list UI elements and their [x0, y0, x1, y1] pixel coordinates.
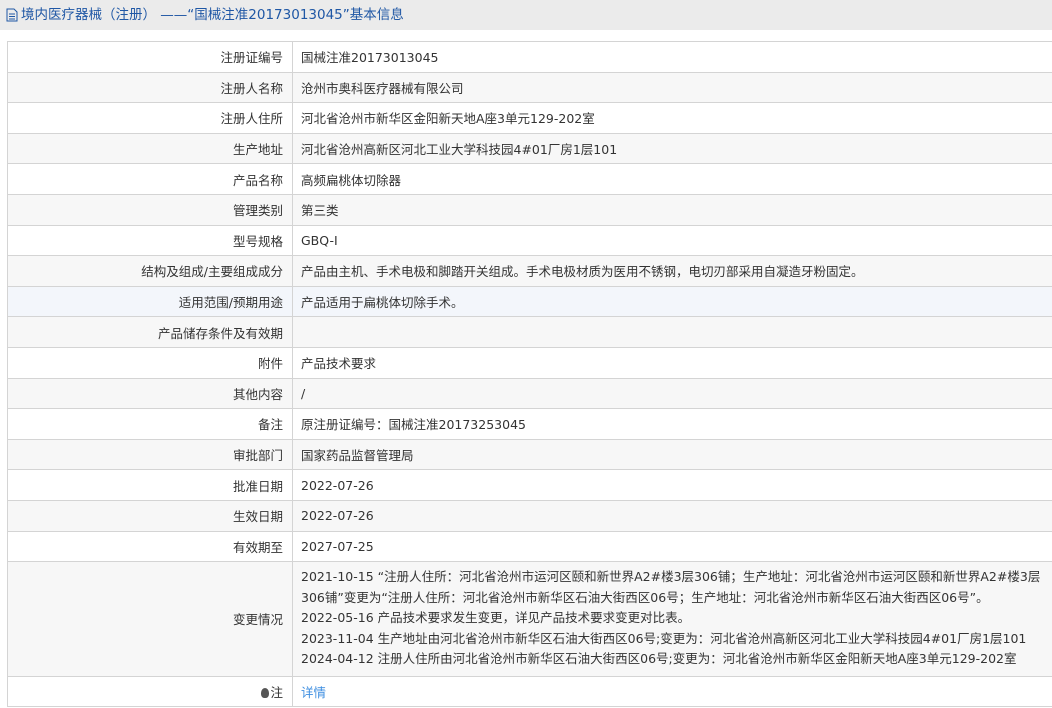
row-label: 注册人住所: [7, 102, 293, 134]
table-row: 注册证编号 国械注准20173013045: [7, 41, 1052, 73]
row-label: 注册证编号: [7, 41, 293, 73]
row-value: 国械注准20173013045: [292, 41, 1052, 73]
row-label: 有效期至: [7, 530, 293, 563]
row-label: 审批部门: [7, 438, 293, 471]
row-label: 批准日期: [7, 469, 293, 501]
table-row: 其他内容 /: [7, 377, 1052, 410]
row-label: 型号规格: [7, 224, 293, 257]
table-row: 管理类别 第三类: [7, 193, 1052, 226]
row-value: 高频扁桃体切除器: [292, 163, 1052, 195]
table-row: 备注 原注册证编号：国械注准20173253045: [7, 408, 1052, 440]
row-label: 备注: [7, 408, 293, 440]
row-label: 附件: [7, 346, 293, 379]
changes-row: 变更情况 2021-10-15 “注册人住所：河北省沧州市运河区颐和新世界A2#楼…: [7, 561, 1052, 677]
row-value: 沧州市奥科医疗器械有限公司: [292, 71, 1052, 104]
table-row: 注册人住所 河北省沧州市新华区金阳新天地A座3单元129-202室: [7, 102, 1052, 134]
change-entry: 2022-05-16 产品技术要求发生变更，详见产品技术要求变更对比表。: [301, 610, 691, 626]
table-row: 产品名称 高频扁桃体切除器: [7, 163, 1052, 195]
row-value: 2022-07-26: [292, 469, 1052, 501]
note-row: 注 详情: [7, 675, 1052, 708]
row-label: 变更情况: [7, 561, 293, 677]
row-value: GBQ-I: [292, 224, 1052, 257]
row-label: 适用范围/预期用途: [7, 285, 293, 318]
change-entry: 2023-11-04 生产地址由河北省沧州市新华区石油大街西区06号;变更为：河…: [301, 630, 1027, 646]
page-title: 境内医疗器械（注册） ——“国械注准20173013045”基本信息: [21, 7, 404, 23]
table-row: 产品储存条件及有效期: [7, 316, 1052, 348]
change-entry: 2021-10-15 “注册人住所：河北省沧州市运河区颐和新世界A2#楼3层30…: [301, 569, 1041, 605]
row-label: 生效日期: [7, 499, 293, 532]
row-value: [292, 316, 1052, 348]
change-entry: 2024-04-12 注册人住所由河北省沧州市新华区石油大街西区06号;变更为：…: [301, 651, 1017, 667]
table-row: 结构及组成/主要组成成分 产品由主机、手术电极和脚踏开关组成。手术电极材质为医用不…: [7, 255, 1052, 287]
document-icon: [6, 8, 18, 22]
table-row: 审批部门 国家药品监督管理局: [7, 438, 1052, 471]
table-row: 适用范围/预期用途 产品适用于扁桃体切除手术。: [7, 285, 1052, 318]
row-value: 河北省沧州市新华区金阳新天地A座3单元129-202室: [292, 102, 1052, 134]
table-row: 有效期至 2027-07-25: [7, 530, 1052, 563]
row-value: 原注册证编号：国械注准20173253045: [292, 408, 1052, 440]
row-label: 产品储存条件及有效期: [7, 316, 293, 348]
table-row: 生产地址 河北省沧州高新区河北工业大学科技园4#01厂房1层101: [7, 132, 1052, 165]
row-label: 生产地址: [7, 132, 293, 165]
row-label: 其他内容: [7, 377, 293, 410]
row-label: 注册人名称: [7, 71, 293, 104]
row-value: 第三类: [292, 193, 1052, 226]
row-value: /: [292, 377, 1052, 410]
table-row: 注册人名称 沧州市奥科医疗器械有限公司: [7, 71, 1052, 104]
details-link[interactable]: 详情: [301, 685, 326, 700]
row-label: 注: [7, 675, 293, 708]
row-value: 产品技术要求: [292, 346, 1052, 379]
table-row: 附件 产品技术要求: [7, 346, 1052, 379]
info-table: 注册证编号 国械注准20173013045 注册人名称 沧州市奥科医疗器械有限公司 注册…: [7, 41, 1052, 708]
row-label: 产品名称: [7, 163, 293, 195]
row-label: 管理类别: [7, 193, 293, 226]
row-value: 河北省沧州高新区河北工业大学科技园4#01厂房1层101: [292, 132, 1052, 165]
changes-list: 2021-10-15 “注册人住所：河北省沧州市运河区颐和新世界A2#楼3层30…: [292, 561, 1052, 677]
note-label: 注: [270, 684, 283, 700]
table-row: 型号规格 GBQ-I: [7, 224, 1052, 257]
row-value: 产品由主机、手术电极和脚踏开关组成。手术电极材质为医用不锈钢，电切刃部采用自凝造…: [292, 255, 1052, 287]
row-value: 产品适用于扁桃体切除手术。: [292, 285, 1052, 318]
row-value: 国家药品监督管理局: [292, 438, 1052, 471]
table-row: 批准日期 2022-07-26: [7, 469, 1052, 501]
page-header: 境内医疗器械（注册） ——“国械注准20173013045”基本信息: [0, 0, 1052, 30]
row-value: 2022-07-26: [292, 499, 1052, 532]
row-value: 2027-07-25: [292, 530, 1052, 563]
row-label: 结构及组成/主要组成成分: [7, 255, 293, 287]
table-row: 生效日期 2022-07-26: [7, 499, 1052, 532]
lightbulb-icon: [261, 687, 270, 698]
